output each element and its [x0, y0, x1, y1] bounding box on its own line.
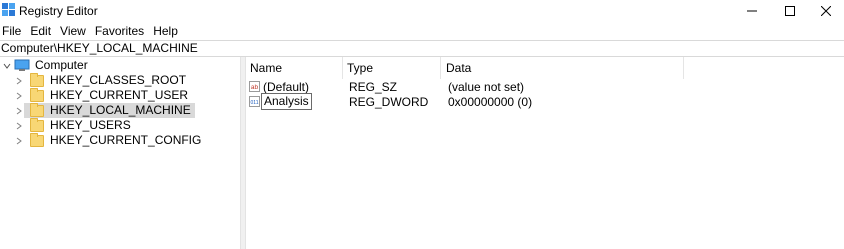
expand-chevron-icon[interactable] [14, 88, 24, 103]
title-bar: Registry Editor [0, 0, 844, 21]
string-value-icon: ab [249, 81, 260, 92]
folder-icon [30, 117, 44, 132]
expand-chevron-icon[interactable] [14, 103, 24, 118]
collapse-chevron-icon[interactable] [2, 58, 12, 73]
menu-favorites[interactable]: Favorites [93, 22, 150, 40]
tree-label: HKEY_CURRENT_USER [50, 88, 189, 102]
folder-icon [30, 72, 44, 87]
expand-chevron-icon[interactable] [14, 133, 24, 148]
menu-file[interactable]: File [0, 22, 27, 40]
menu-view[interactable]: View [58, 22, 92, 40]
dword-value-icon: 011 [249, 96, 260, 107]
svg-text:ab: ab [251, 84, 259, 91]
value-data: (value not set) [448, 80, 525, 94]
maximize-icon [785, 5, 795, 16]
expand-chevron-icon[interactable] [14, 73, 24, 88]
tree-label: HKEY_CLASSES_ROOT [50, 73, 187, 87]
address-path[interactable]: Computer\HKEY_LOCAL_MACHINE [1, 41, 198, 56]
registry-editor-app-icon [2, 3, 15, 16]
rename-input[interactable]: Analysis [261, 93, 312, 110]
folder-icon [30, 132, 44, 147]
column-header-type[interactable]: Type [343, 57, 441, 79]
minimize-button[interactable] [734, 0, 770, 21]
minimize-icon [747, 10, 757, 11]
svg-text:011: 011 [251, 100, 259, 106]
tree-item-hkey-local-machine[interactable]: HKEY_LOCAL_MACHINE [14, 102, 195, 118]
tree-item-hkey-classes-root[interactable]: HKEY_CLASSES_ROOT [14, 72, 188, 88]
key-tree: Computer HKEY_CLASSES_ROOT HKEY_CURRENT_… [0, 57, 240, 249]
value-row-analysis[interactable]: 011 Analysis REG_DWORD 0x00000000 (0) [246, 93, 844, 110]
tree-item-computer[interactable]: Computer [2, 58, 90, 73]
tree-item-hkey-users[interactable]: HKEY_USERS [14, 117, 133, 133]
column-header-name[interactable]: Name [246, 57, 343, 79]
tree-item-hkey-current-config[interactable]: HKEY_CURRENT_CONFIG [14, 132, 203, 148]
value-type: REG_DWORD [349, 95, 429, 109]
close-icon [821, 5, 831, 16]
column-header-data[interactable]: Data [442, 57, 684, 79]
address-bar[interactable]: Computer\HKEY_LOCAL_MACHINE [0, 40, 844, 57]
tree-label: HKEY_USERS [50, 118, 131, 132]
close-button[interactable] [808, 0, 844, 21]
menu-help[interactable]: Help [151, 22, 184, 40]
window-title: Registry Editor [19, 4, 98, 18]
value-data: 0x00000000 (0) [448, 95, 533, 109]
maximize-button[interactable] [772, 0, 808, 21]
computer-icon [14, 59, 30, 71]
values-list: Name Type Data ab (Default) REG_SZ (valu… [246, 57, 844, 249]
tree-label: HKEY_LOCAL_MACHINE [50, 103, 191, 117]
tree-item-hkey-current-user[interactable]: HKEY_CURRENT_USER [14, 87, 190, 103]
folder-icon [30, 87, 44, 102]
folder-icon [30, 102, 44, 117]
value-type: REG_SZ [349, 80, 398, 94]
menu-edit[interactable]: Edit [28, 22, 57, 40]
menu-bar: File Edit View Favorites Help [0, 22, 185, 40]
tree-label-computer: Computer [35, 58, 88, 72]
value-row-default[interactable]: ab (Default) REG_SZ (value not set) [246, 80, 844, 95]
expand-chevron-icon[interactable] [14, 118, 24, 133]
tree-label: HKEY_CURRENT_CONFIG [50, 133, 202, 147]
